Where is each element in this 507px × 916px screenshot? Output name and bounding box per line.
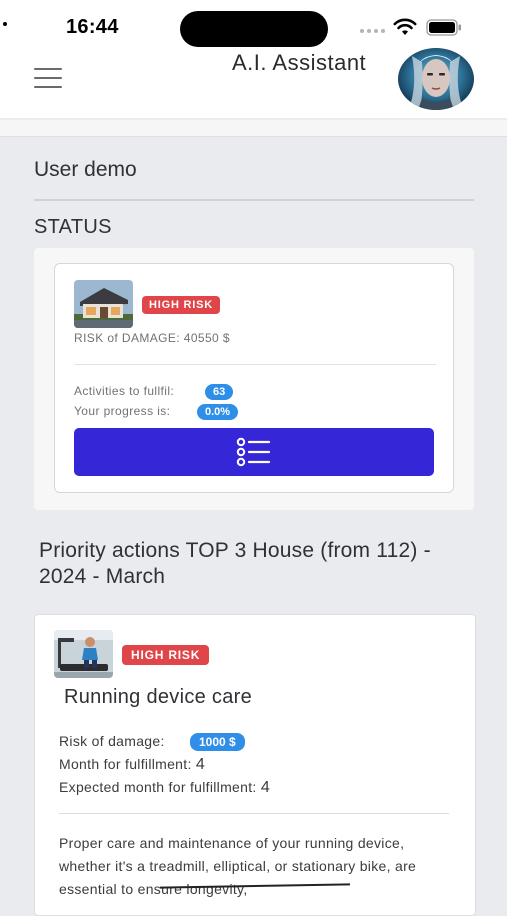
status-dot	[3, 22, 7, 26]
risk-of-damage-text: RISK of DAMAGE: 40550 $	[74, 331, 230, 345]
priority-actions-title: Priority actions TOP 3 House (from 112) …	[39, 539, 431, 588]
expected-month-label: Expected month for fulfillment:	[59, 779, 257, 795]
status-card-divider	[74, 364, 436, 365]
camera-notch	[180, 11, 328, 47]
cellular-signal-icon	[360, 29, 386, 33]
month-label: Month for fulfillment:	[59, 756, 192, 772]
risk-row: Risk of damage:	[59, 733, 165, 749]
action-card-divider	[59, 813, 449, 814]
section-status-label: STATUS	[34, 216, 112, 238]
activities-list-button[interactable]	[74, 428, 434, 476]
title-divider	[34, 199, 474, 201]
activities-count-badge: 63	[205, 384, 234, 400]
activities-label: Activities to fullfil:	[74, 384, 175, 398]
app-title: A.I. Assistant	[232, 50, 367, 75]
action-title: Running device care	[64, 686, 253, 708]
risk-label: Risk of damage:	[59, 733, 165, 749]
action-description: Proper care and maintenance of your runn…	[59, 835, 417, 897]
content-top-strip	[0, 120, 507, 137]
risk-badge: HIGH RISK	[142, 296, 221, 314]
risk-value-badge: 1000 $	[190, 733, 245, 751]
avatar[interactable]	[398, 48, 474, 110]
app-header: A.I. Assistant	[0, 48, 507, 120]
expected-month-value: 4	[260, 779, 271, 796]
hamburger-menu-icon[interactable]	[34, 68, 62, 90]
page-title: User demo	[34, 158, 137, 181]
expected-month-row: Expected month for fulfillment: 4	[59, 779, 270, 797]
progress-label: Your progress is:	[74, 404, 171, 418]
house-thumbnail	[74, 280, 133, 328]
action-risk-badge: HIGH RISK	[122, 645, 210, 665]
status-time: 16:44	[66, 16, 119, 38]
wifi-icon	[393, 18, 417, 35]
month-row: Month for fulfillment: 4	[59, 756, 205, 774]
month-value: 4	[195, 756, 206, 773]
list-icon	[236, 437, 271, 467]
battery-icon	[426, 19, 461, 36]
treadmill-thumbnail	[54, 630, 113, 678]
progress-badge: 0.0%	[197, 404, 239, 420]
